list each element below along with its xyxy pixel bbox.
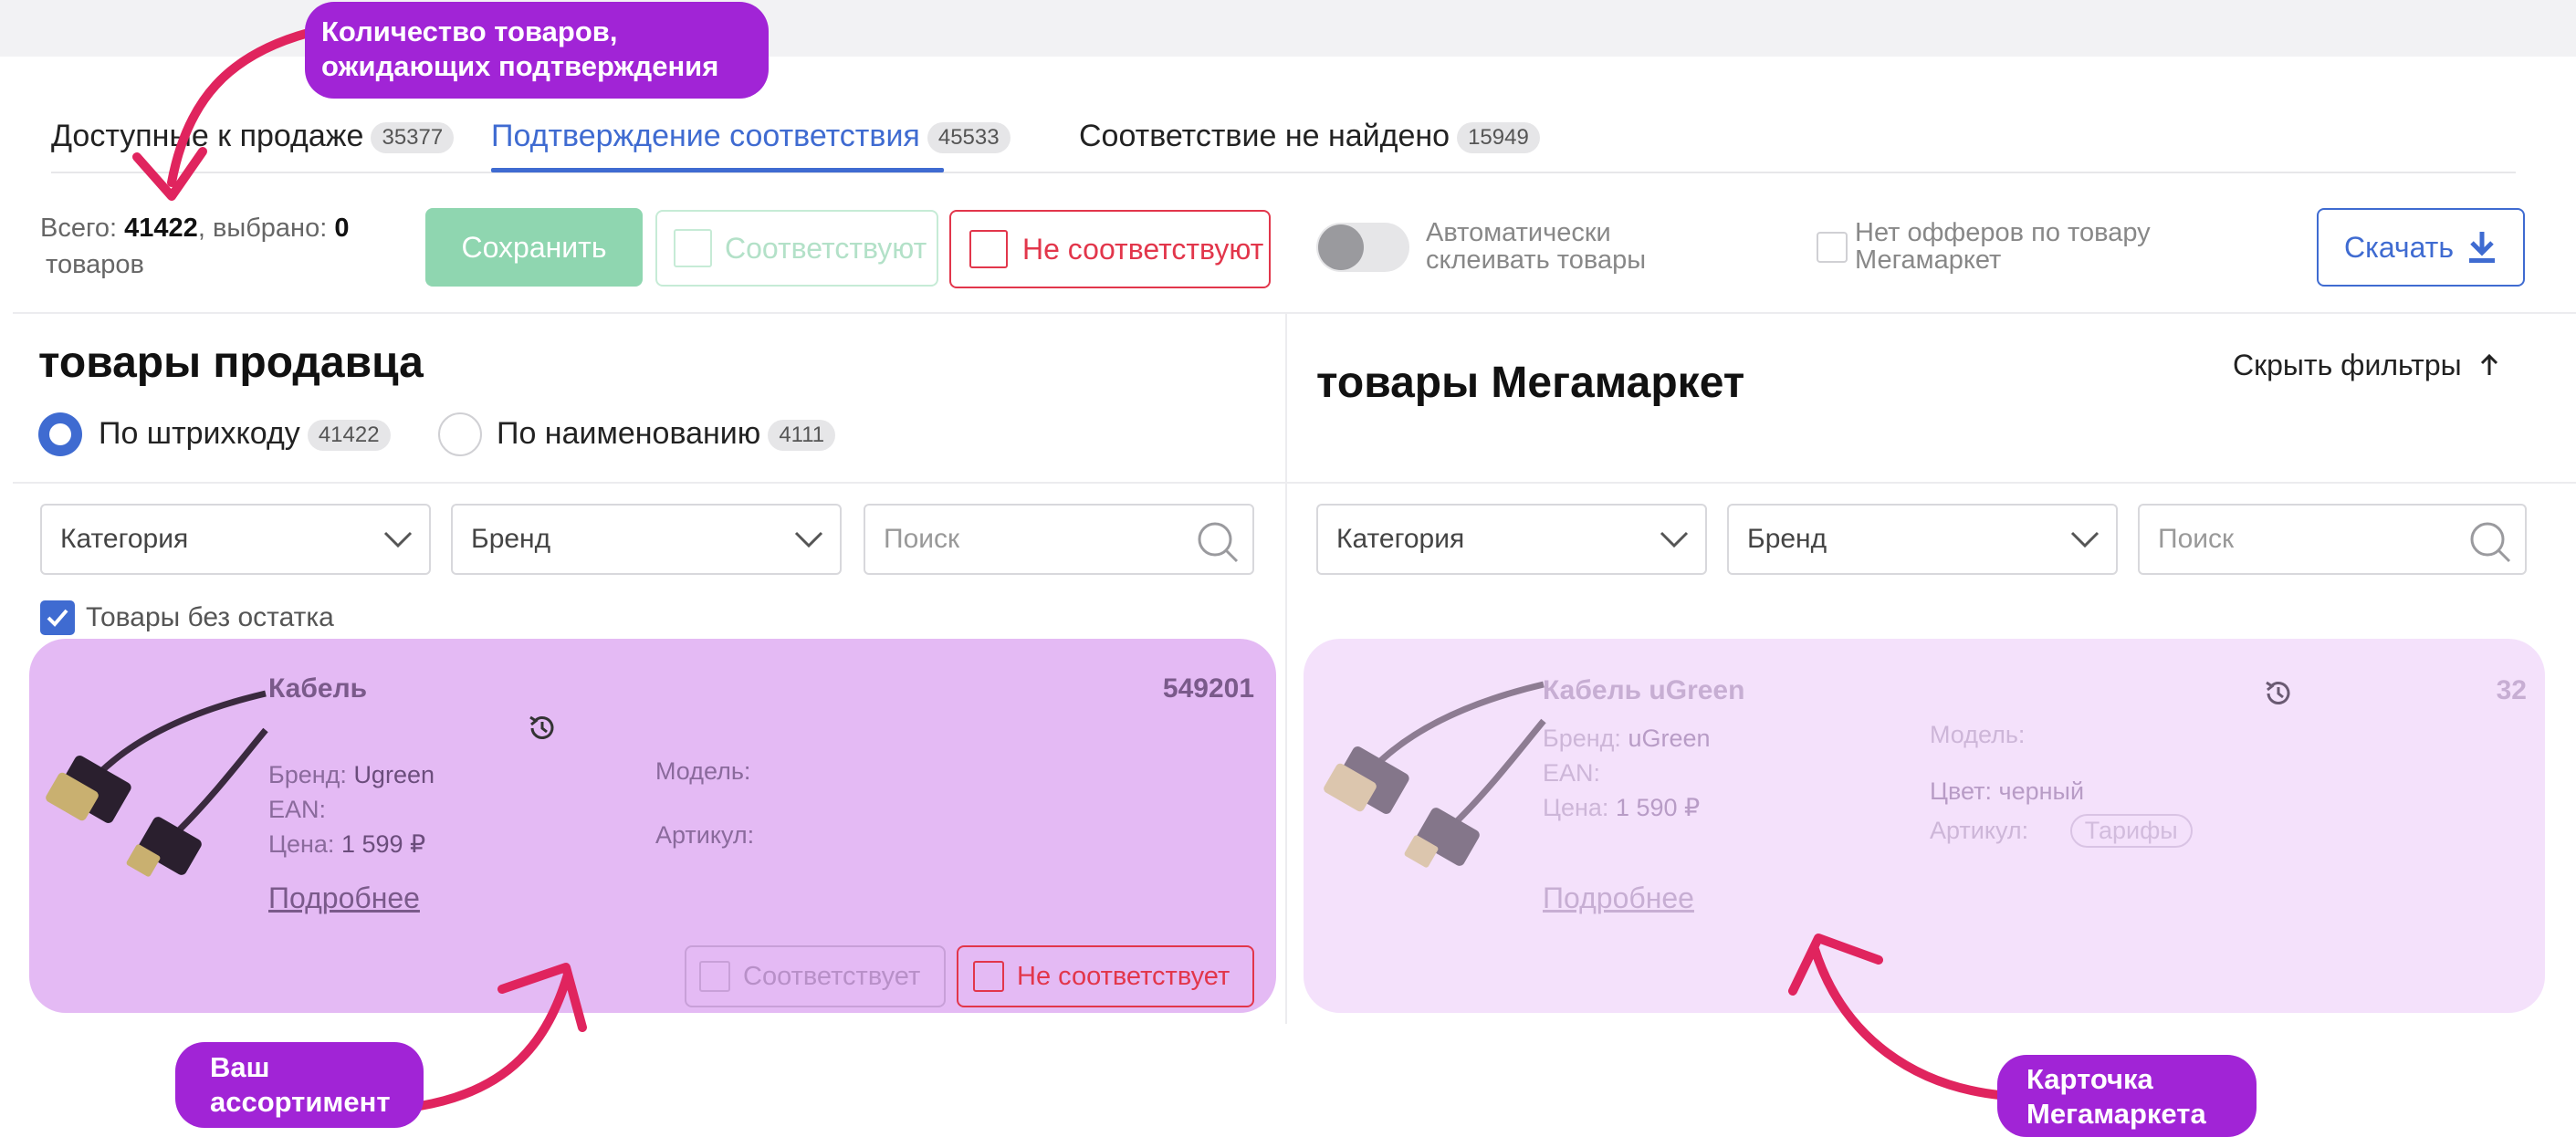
annotation-mm-card-note: Карточка Мегамаркета: [1997, 1055, 2257, 1137]
arrow-to-mm-card: [1810, 944, 2004, 1100]
annotation-count-note: Количество товаров, ожидающих подтвержде…: [305, 2, 769, 99]
arrow-to-mm-card-head: [1788, 934, 1883, 996]
arrow-to-seller-card: [415, 970, 572, 1111]
annotation-assortment-note: Ваш ассортимент: [175, 1042, 424, 1128]
arrow-to-seller-card-head: [497, 963, 587, 1032]
annotation-arrows: [132, 28, 2004, 1111]
